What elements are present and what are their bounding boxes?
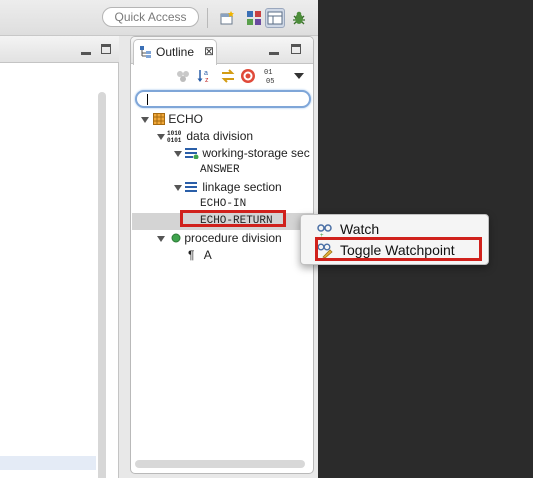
sort-a-label: a (204, 70, 208, 77)
tab-outline[interactable]: Outline ⊠ (133, 39, 217, 65)
tree-node-procedure-division-label: procedure division (184, 231, 282, 245)
tab-outline-label: Outline (156, 45, 195, 59)
minimize-icon[interactable] (81, 52, 91, 55)
outline-toolbar: a z 01 05 (131, 64, 313, 88)
tree-node-linkage-label: linkage section (202, 180, 282, 194)
main-toolbar: Quick Access (0, 0, 318, 36)
numbers-bottom-label: 05 (266, 78, 274, 84)
binary-icon: 1010 0101 (167, 130, 182, 144)
outline-tab-bar: Outline ⊠ (131, 37, 313, 65)
vertical-scrollbar[interactable] (96, 64, 108, 478)
tree-node-data-division-label: data division (186, 129, 254, 143)
sort-icon[interactable]: a z (197, 68, 213, 84)
menu-item-watch-label: Watch (340, 221, 380, 237)
expand-toggle-icon[interactable] (174, 151, 182, 157)
highlight-echo-return (180, 210, 286, 227)
debug-perspective-icon[interactable] (289, 8, 309, 28)
filter-input[interactable] (135, 90, 311, 108)
tree-node-working-storage[interactable]: working-storage sec (185, 145, 310, 162)
tree-node-answer-label: ANSWER (200, 164, 240, 176)
expand-toggle-icon[interactable] (174, 185, 182, 191)
outline-icon (140, 46, 152, 61)
expand-toggle-icon[interactable] (157, 134, 165, 140)
paragraph-icon: ¶ (188, 248, 195, 262)
binary-top-label: 1010 (167, 130, 182, 137)
tree-node-paragraph-a-label: A (203, 248, 212, 262)
maximize-icon[interactable] (291, 44, 301, 54)
watch-icon: + (317, 224, 332, 237)
tree-node-working-storage-label: working-storage sec (202, 146, 310, 160)
program-icon (153, 113, 165, 125)
minimize-icon[interactable] (269, 52, 279, 55)
resource-perspective-icon[interactable] (265, 8, 285, 28)
selected-row-strip (0, 456, 96, 470)
tree-node-answer[interactable]: ANSWER (200, 162, 240, 179)
outline-view: Outline ⊠ a z 01 05 ECHO 1010 0101 data … (130, 36, 314, 474)
tree-node-paragraph-a[interactable]: ¶ A (188, 247, 212, 264)
expand-toggle-icon[interactable] (157, 236, 165, 242)
toolbar-separator (207, 8, 208, 28)
tree-node-procedure-division[interactable]: procedure division (171, 230, 282, 247)
close-icon[interactable]: ⊠ (204, 44, 214, 58)
link-editor-icon[interactable] (220, 68, 236, 84)
sort-z-label: z (205, 77, 209, 84)
left-view (0, 36, 119, 478)
hide-fields-icon[interactable] (175, 68, 191, 84)
tree-node-echo-in-label: ECHO-IN (200, 198, 247, 210)
maximize-icon[interactable] (101, 44, 111, 54)
tree-node-linkage[interactable]: linkage section (185, 179, 282, 196)
procedure-icon (171, 233, 181, 243)
section-icon (185, 148, 199, 160)
expand-toggle-icon[interactable] (141, 117, 149, 123)
left-view-header (0, 36, 119, 63)
tree-node-program[interactable]: ECHO (153, 111, 203, 128)
tree-node-data-division[interactable]: 1010 0101 data division (167, 128, 253, 145)
target-icon[interactable] (240, 68, 256, 84)
horizontal-scrollbar[interactable] (135, 460, 305, 468)
view-menu-icon[interactable] (291, 68, 307, 84)
show-numbers-icon[interactable]: 01 05 (261, 68, 281, 84)
quick-access-field[interactable]: Quick Access (102, 7, 199, 27)
open-perspective-icon[interactable] (218, 8, 238, 28)
binary-bottom-label: 0101 (167, 137, 182, 142)
cobol-perspective-icon[interactable] (244, 8, 264, 28)
highlight-toggle-watchpoint (315, 237, 482, 261)
numbers-top-label: 01 (264, 69, 272, 77)
tree-node-program-label: ECHO (168, 112, 204, 126)
section-icon (185, 182, 197, 192)
